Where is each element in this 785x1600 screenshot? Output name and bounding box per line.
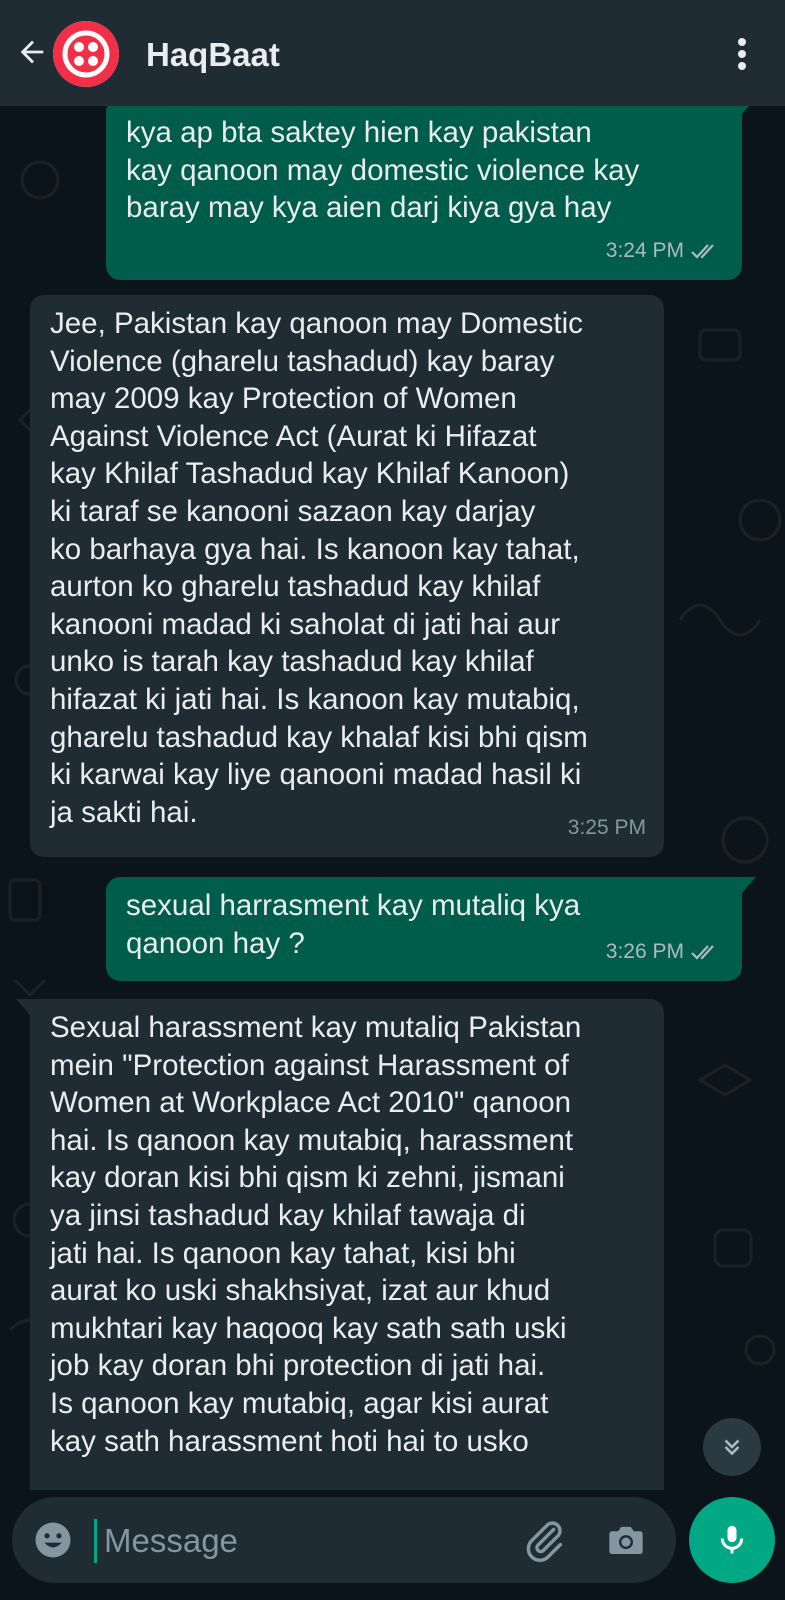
double-chevron-down-icon: [724, 1439, 740, 1456]
twilio-logo-icon: [53, 21, 119, 87]
chat-header: HaqBaat: [0, 0, 785, 106]
message-meta: 3:25 PM: [568, 809, 646, 847]
message-meta: 3:24 PM: [606, 232, 720, 270]
message-bubble-incoming[interactable]: Jee, Pakistan kay qanoon may Domestic Vi…: [30, 295, 664, 857]
message-meta: 3:26 PM: [606, 933, 720, 971]
paperclip-icon[interactable]: [522, 1517, 568, 1563]
message-composer: [12, 1497, 676, 1583]
scroll-to-bottom-button[interactable]: [703, 1418, 761, 1476]
bubble-tail: [16, 999, 30, 1015]
message-time: 3:25 PM: [567, 816, 646, 840]
message-bubble-incoming[interactable]: Sexual harassment kay mutaliq Pakistan m…: [16, 999, 664, 1490]
message-bubble-outgoing[interactable]: kya ap bta saktey hien kay pakistan kay …: [106, 106, 749, 280]
message-time: 3:26 PM: [605, 940, 684, 964]
voice-record-button[interactable]: [689, 1497, 775, 1583]
message-bubble-outgoing[interactable]: sexual harrasment kay mutaliq kya qanoon…: [106, 877, 756, 981]
arrow-left-icon: [20, 40, 44, 64]
text-cursor: [94, 1519, 97, 1563]
back-button[interactable]: [14, 34, 50, 70]
message-list[interactable]: kya ap bta saktey hien kay pakistan kay …: [0, 106, 785, 1490]
contact-name[interactable]: HaqBaat: [146, 36, 280, 74]
message-text: kya ap bta saktey hien kay pakistan kay …: [126, 116, 640, 225]
message-input[interactable]: [102, 1515, 506, 1567]
message-time: 3:24 PM: [605, 239, 684, 263]
bubble-tail: [742, 106, 749, 114]
contact-avatar[interactable]: [53, 21, 119, 87]
microphone-icon: [720, 1525, 744, 1554]
double-check-icon: [691, 945, 714, 960]
more-options-button[interactable]: [724, 34, 760, 74]
double-check-icon: [691, 244, 714, 259]
emoji-icon[interactable]: [32, 1519, 74, 1561]
message-text: Jee, Pakistan kay qanoon may Domestic Vi…: [50, 307, 588, 829]
more-vertical-icon: [738, 38, 746, 70]
bubble-tail: [742, 877, 756, 893]
camera-icon[interactable]: [604, 1519, 648, 1561]
message-text: Sexual harassment kay mutaliq Pakistan m…: [50, 1011, 582, 1458]
